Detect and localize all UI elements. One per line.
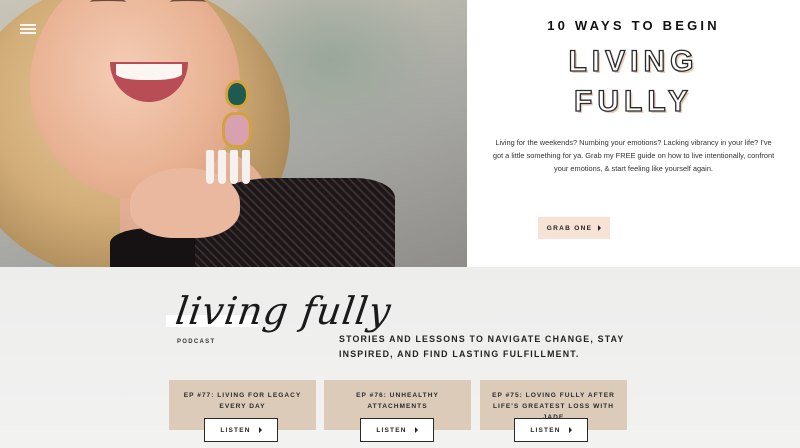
listen-label: LISTEN bbox=[376, 426, 407, 434]
hero-kicker: 10 WAYS TO BEGIN bbox=[547, 18, 720, 33]
hero-title-line1: LIVING bbox=[568, 44, 699, 78]
hero-title-line2: FULLY bbox=[573, 84, 693, 118]
podcast-section: living fully PODCAST STORIES AND LESSONS… bbox=[0, 267, 800, 448]
listen-label: LISTEN bbox=[530, 426, 561, 434]
episode-title: EP #77: LIVING FOR LEGACY EVERY DAY bbox=[183, 392, 302, 410]
hamburger-menu-icon[interactable] bbox=[20, 24, 36, 34]
earring bbox=[225, 80, 249, 108]
listen-button[interactable]: LISTEN bbox=[360, 418, 434, 442]
podcast-script-logo: living fully bbox=[172, 289, 395, 333]
chevron-right-icon bbox=[568, 427, 572, 433]
listen-button[interactable]: LISTEN bbox=[514, 418, 588, 442]
grab-one-button[interactable]: GRAB ONE bbox=[538, 217, 610, 239]
listen-button[interactable]: LISTEN bbox=[204, 418, 278, 442]
hero-text-panel: 10 WAYS TO BEGIN LIVING FULLY Living for… bbox=[467, 0, 800, 267]
chevron-right-icon bbox=[598, 225, 602, 231]
hero-photo bbox=[0, 0, 467, 267]
episode-title: EP #76: UNHEALTHY ATTACHMENTS bbox=[356, 392, 439, 410]
podcast-tagline: STORIES AND LESSONS TO NAVIGATE CHANGE, … bbox=[339, 334, 625, 359]
chevron-right-icon bbox=[258, 427, 262, 433]
hero-section: 10 WAYS TO BEGIN LIVING FULLY Living for… bbox=[0, 0, 800, 267]
hero-description: Living for the weekends? Numbing your em… bbox=[492, 138, 775, 173]
grab-one-label: GRAB ONE bbox=[546, 224, 593, 232]
podcast-label: PODCAST bbox=[177, 339, 216, 345]
listen-label: LISTEN bbox=[220, 426, 251, 434]
chevron-right-icon bbox=[414, 427, 418, 433]
